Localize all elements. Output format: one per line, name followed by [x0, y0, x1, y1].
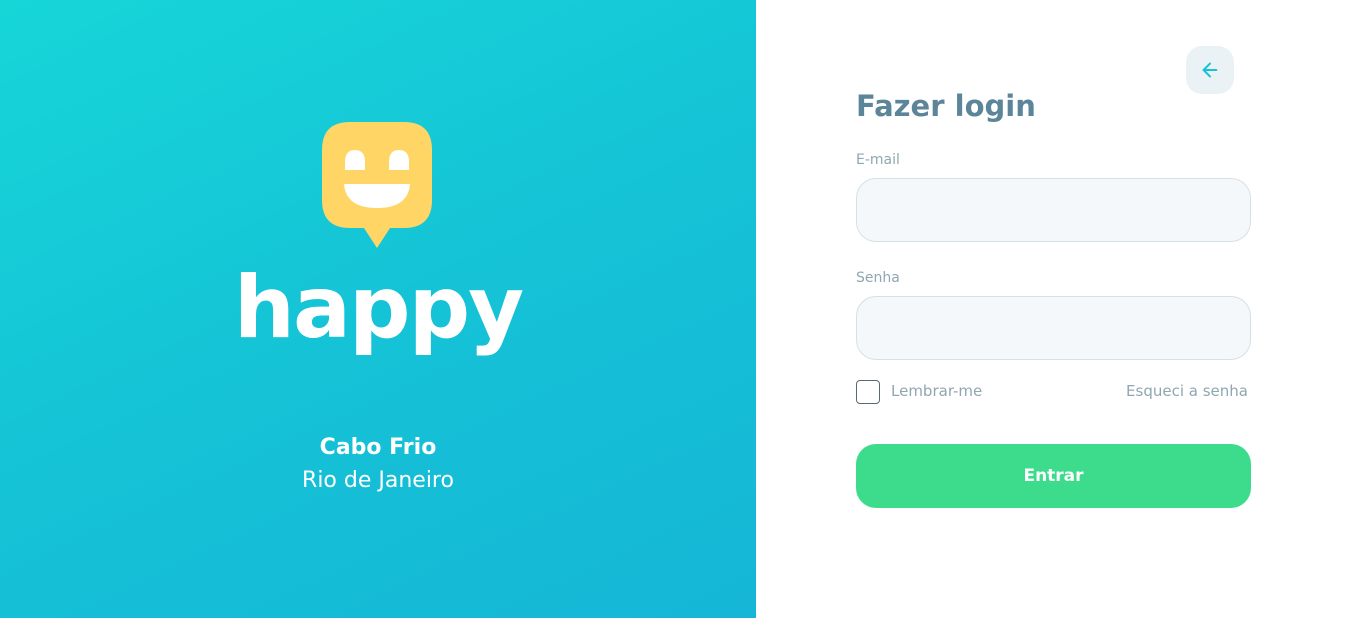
remember-label: Lembrar-me [891, 382, 983, 400]
state-name: Rio de Janeiro [302, 468, 454, 493]
remember-checkbox[interactable] [856, 380, 880, 404]
password-label: Senha [856, 270, 900, 286]
arrow-left-icon [1202, 62, 1218, 78]
brand-name: happy [233, 258, 524, 358]
login-button[interactable]: Entrar [856, 444, 1251, 508]
forgot-password-link[interactable]: Esqueci a senha [1126, 381, 1248, 401]
email-field[interactable] [856, 178, 1251, 242]
city-name: Cabo Frio [319, 435, 437, 460]
email-label: E-mail [856, 152, 900, 168]
location-info: Cabo Frio Rio de Janeiro [0, 432, 756, 498]
password-field[interactable] [856, 296, 1251, 360]
back-button[interactable] [1186, 46, 1234, 94]
page-title: Fazer login [856, 89, 1036, 123]
brand-panel: happy Cabo Frio Rio de Janeiro [0, 0, 756, 618]
happy-face-logo [322, 122, 432, 248]
